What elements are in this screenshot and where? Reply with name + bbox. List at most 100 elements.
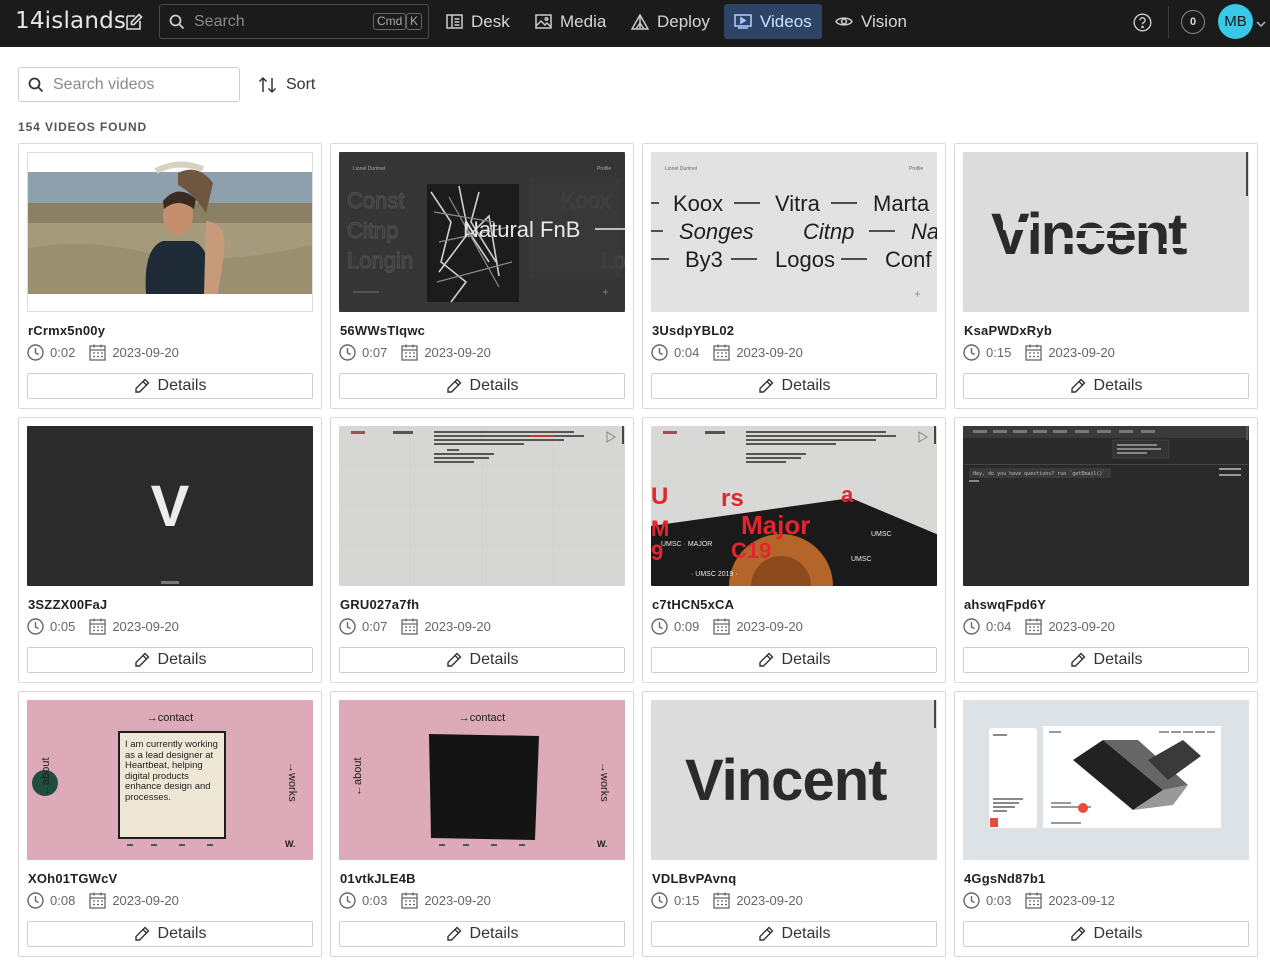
video-search-input[interactable] xyxy=(53,74,233,96)
details-button[interactable]: Details xyxy=(651,647,937,673)
thumbnail-text: Natural FnB xyxy=(463,217,580,242)
svg-text:C19: C19 xyxy=(731,538,771,563)
global-search-input[interactable] xyxy=(194,11,374,33)
details-button[interactable]: Details xyxy=(27,921,313,947)
details-label: Details xyxy=(1093,651,1143,668)
video-card: Vincent VDLBvPAvnq 0:15 2023-09-20 Detai… xyxy=(642,691,946,957)
svg-text:Lionel Durimel: Lionel Durimel xyxy=(353,166,385,172)
details-button[interactable]: Details xyxy=(963,647,1249,673)
sort-button[interactable]: Sort xyxy=(258,70,315,100)
nav-videos[interactable]: Videos xyxy=(724,4,822,39)
video-thumbnail[interactable]: →contact ←about →works I am currently wo… xyxy=(27,700,313,860)
video-date: 2023-09-20 xyxy=(1048,344,1115,360)
details-button[interactable]: Details xyxy=(963,373,1249,399)
video-date: 2023-09-20 xyxy=(736,618,803,634)
user-avatar[interactable]: MB xyxy=(1218,4,1253,39)
svg-text:9: 9 xyxy=(651,540,663,565)
calendar-icon xyxy=(1025,618,1042,635)
video-id: 3SZZX00FaJ xyxy=(28,597,108,612)
details-button[interactable]: Details xyxy=(339,373,625,399)
video-thumbnail[interactable]: →contact ←about →works W. xyxy=(339,700,625,860)
thumbnail-text: Vincent xyxy=(685,748,887,813)
video-date: 2023-09-20 xyxy=(112,618,179,634)
clock-icon xyxy=(963,891,980,909)
svg-text:Profile: Profile xyxy=(909,166,923,172)
nav-vision[interactable]: Vision xyxy=(825,4,917,39)
details-button[interactable]: Details xyxy=(27,373,313,399)
calendar-icon xyxy=(1025,344,1042,361)
video-card: Hey, do you have questions? run `getEmai… xyxy=(954,417,1258,683)
video-thumbnail[interactable] xyxy=(963,700,1249,860)
video-search[interactable] xyxy=(18,67,240,102)
video-thumbnail[interactable]: Const Citnp Longin Koox Lo Natural FnB L… xyxy=(339,152,625,312)
details-button[interactable]: Details xyxy=(339,921,625,947)
calendar-icon xyxy=(1025,892,1042,909)
edit-icon[interactable] xyxy=(124,12,144,32)
chevron-down-icon[interactable] xyxy=(1256,15,1266,33)
video-duration: 0:15 xyxy=(674,892,700,908)
video-duration: 0:07 xyxy=(362,344,388,360)
video-thumbnail[interactable] xyxy=(339,426,625,586)
details-button[interactable]: Details xyxy=(651,921,937,947)
video-meta: 0:04 2023-09-20 xyxy=(651,343,803,361)
brand-logo[interactable]: 14islands xyxy=(15,8,126,34)
thumbnail-word: Logos xyxy=(775,247,835,272)
video-thumbnail[interactable]: Vincent xyxy=(963,152,1249,312)
results-count: 154 VIDEOS FOUND xyxy=(18,120,148,134)
details-button[interactable]: Details xyxy=(339,647,625,673)
media-icon xyxy=(535,14,552,29)
details-label: Details xyxy=(157,925,207,942)
video-id: VDLBvPAvnq xyxy=(652,871,737,886)
svg-text:UMSC: UMSC xyxy=(871,531,892,538)
video-card: V 3SZZX00FaJ 0:05 2023-09-20 Details xyxy=(18,417,322,683)
sort-label: Sort xyxy=(286,76,316,93)
video-id: c7tHCN5xCA xyxy=(652,597,735,612)
svg-text:rs: rs xyxy=(721,485,744,512)
video-thumbnail[interactable]: V xyxy=(27,426,313,586)
top-nav-bar: 14islands Cmd K Desk Media Deploy Videos… xyxy=(0,0,1270,47)
notification-count-badge[interactable]: 0 xyxy=(1181,10,1205,34)
nav-media-label: Media xyxy=(560,11,607,31)
thumbnail-works: →works xyxy=(286,762,298,802)
details-label: Details xyxy=(469,377,519,394)
video-duration: 0:02 xyxy=(50,344,76,360)
details-button[interactable]: Details xyxy=(963,921,1249,947)
details-label: Details xyxy=(469,925,519,942)
svg-text:Hey, do you have questions? ru: Hey, do you have questions? run `getEmai… xyxy=(973,471,1105,477)
nav-deploy[interactable]: Deploy xyxy=(621,4,720,39)
sort-icon xyxy=(258,76,277,94)
video-duration: 0:15 xyxy=(986,344,1012,360)
videos-icon xyxy=(734,14,752,29)
nav-media[interactable]: Media xyxy=(525,4,616,39)
details-button[interactable]: Details xyxy=(27,647,313,673)
video-thumbnail[interactable] xyxy=(27,152,313,312)
thumbnail-word: Marta xyxy=(873,191,930,216)
help-icon[interactable] xyxy=(1133,13,1152,32)
global-search[interactable]: Cmd K xyxy=(159,4,429,39)
clock-icon xyxy=(339,891,356,909)
clock-icon xyxy=(963,343,980,361)
video-thumbnail[interactable]: Lionel Durimel Profile Koox Vitra Marta … xyxy=(651,152,937,312)
video-thumbnail[interactable]: Vincent xyxy=(651,700,937,860)
thumbnail-word: Conf xyxy=(885,247,932,272)
video-duration: 0:05 xyxy=(50,618,76,634)
pencil-icon xyxy=(446,652,462,667)
pencil-icon xyxy=(134,652,150,667)
nav-desk[interactable]: Desk xyxy=(436,4,520,39)
video-card: 4GgsNd87b1 0:03 2023-09-12 Details xyxy=(954,691,1258,957)
nav-vision-label: Vision xyxy=(861,11,907,31)
pencil-icon xyxy=(1070,652,1086,667)
video-thumbnail[interactable]: UMSC · MAJOR UMSC · UMSC 2019 · UMSC U rs a… xyxy=(651,426,937,586)
video-date: 2023-09-20 xyxy=(424,618,491,634)
clock-icon xyxy=(651,617,668,635)
nav-deploy-label: Deploy xyxy=(657,11,710,31)
svg-text:Major: Major xyxy=(741,510,810,540)
calendar-icon xyxy=(89,892,106,909)
pencil-icon xyxy=(1070,378,1086,393)
calendar-icon xyxy=(713,344,730,361)
video-duration: 0:08 xyxy=(50,892,76,908)
video-date: 2023-09-20 xyxy=(424,892,491,908)
details-button[interactable]: Details xyxy=(651,373,937,399)
svg-text:U: U xyxy=(651,483,668,510)
video-thumbnail[interactable]: Hey, do you have questions? run `getEmai… xyxy=(963,426,1249,586)
